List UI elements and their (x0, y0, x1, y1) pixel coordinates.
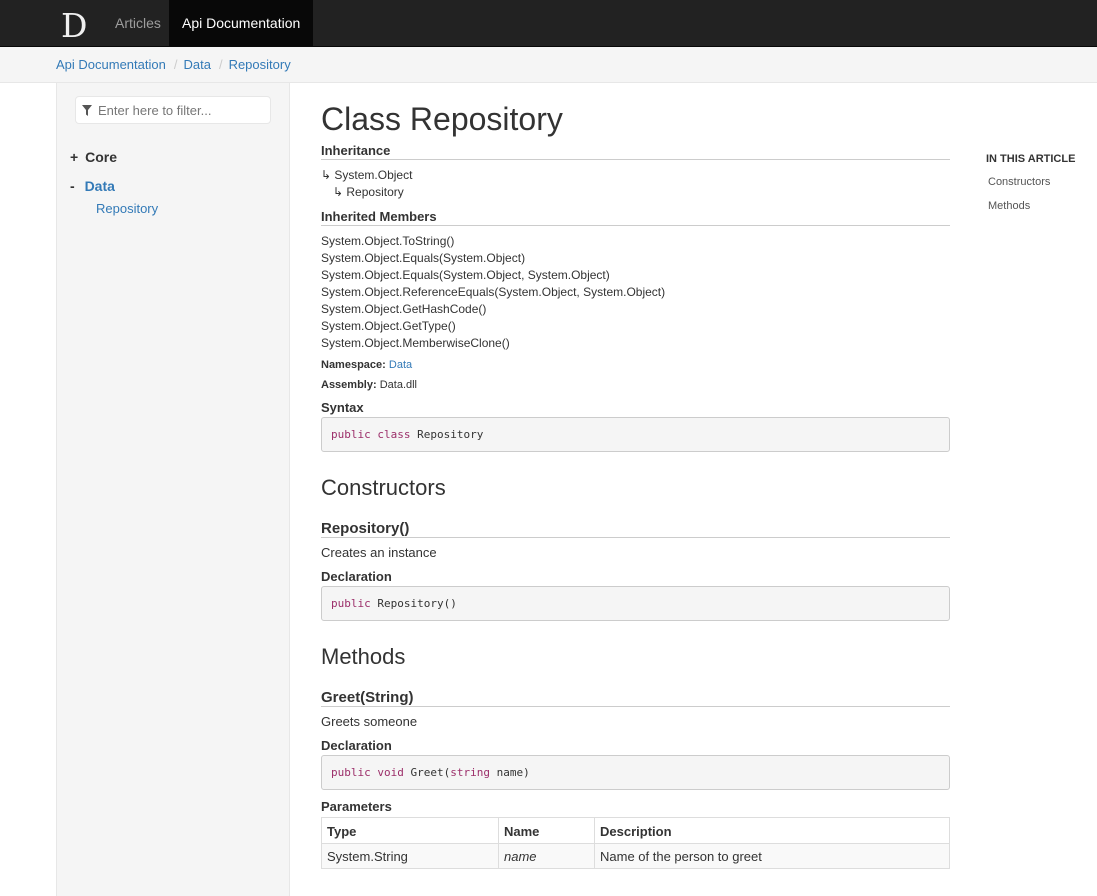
inheritance-arrow-icon: ↳ (321, 168, 335, 182)
toc-item-data[interactable]: - Data (70, 178, 115, 194)
toc-item-label[interactable]: Core (85, 149, 117, 165)
filter-icon (82, 105, 92, 116)
in-this-article: IN THIS ARTICLE Constructors Methods (986, 153, 1086, 212)
toc-item-label[interactable]: Data (85, 178, 115, 194)
table-header-row: Type Name Description (321, 817, 950, 844)
method-summary: Greets someone (321, 714, 418, 729)
breadcrumb-separator: / (173, 57, 178, 72)
parameters-heading: Parameters (321, 799, 392, 814)
inherited-member: System.Object.ReferenceEquals(System.Obj… (321, 285, 666, 299)
method-code-block: public void Greet(string name) (321, 755, 950, 790)
top-navbar: D Articles Api Documentation (0, 0, 1097, 47)
inherited-member: System.Object.Equals(System.Object) (321, 251, 526, 265)
inherited-member: System.Object.MemberwiseClone() (321, 336, 510, 350)
breadcrumb-item-api-documentation[interactable]: Api Documentation (56, 57, 166, 72)
sidebar-toc: + Core - Data Repository (56, 83, 290, 896)
collapse-toggle[interactable]: - (70, 178, 75, 194)
constructors-heading: Constructors (321, 475, 446, 500)
constructor-code-block: public Repository() (321, 586, 950, 621)
syntax-code-block: public class Repository (321, 417, 950, 452)
expand-toggle[interactable]: + (70, 149, 78, 165)
breadcrumb-item-data[interactable]: Data (183, 57, 210, 72)
breadcrumb-separator: / (218, 57, 223, 72)
column-header-description: Description (594, 817, 950, 844)
svg-text:D: D (61, 8, 87, 40)
inheritance-level-1: ↳ Repository (333, 185, 404, 199)
in-this-article-title: IN THIS ARTICLE (986, 153, 1076, 165)
column-header-name: Name (498, 817, 595, 844)
parameters-table: Type Name Description System.String name… (321, 817, 950, 869)
nav-link-articles[interactable]: Articles (101, 0, 175, 47)
page-title: Class Repository (321, 101, 563, 137)
inherited-member: System.Object.GetHashCode() (321, 302, 487, 316)
namespace-line: Namespace: Data (321, 359, 413, 371)
methods-heading: Methods (321, 644, 406, 669)
assembly-line: Assembly: Data.dll (321, 379, 417, 391)
method-declaration-heading: Declaration (321, 738, 392, 753)
affix-link-methods[interactable]: Methods (988, 200, 1030, 212)
toc-item-repository[interactable]: Repository (96, 201, 158, 216)
inherited-member: System.Object.GetType() (321, 319, 456, 333)
nav-link-api-documentation[interactable]: Api Documentation (169, 0, 314, 47)
column-header-type: Type (321, 817, 499, 844)
docfx-logo-icon[interactable]: D (60, 8, 94, 40)
breadcrumb-item-repository[interactable]: Repository (229, 57, 291, 72)
inherited-members-heading: Inherited Members (321, 209, 950, 226)
inheritance-arrow-icon: ↳ (333, 185, 347, 199)
inheritance-heading: Inheritance (321, 143, 950, 160)
constructor-summary: Creates an instance (321, 545, 437, 560)
method-name: Greet(String) (321, 689, 950, 707)
assembly-value: Data.dll (379, 379, 417, 391)
inherited-member: System.Object.Equals(System.Object, Syst… (321, 268, 610, 282)
toc-filter-input[interactable] (98, 97, 268, 123)
parameter-type: System.String (321, 843, 499, 869)
syntax-heading: Syntax (321, 400, 364, 415)
inherited-member: System.Object.ToString() (321, 234, 455, 248)
constructor-declaration-heading: Declaration (321, 569, 392, 584)
breadcrumb: Api Documentation / Data / Repository (56, 57, 291, 72)
toc-filter (75, 96, 271, 124)
inheritance-level-0: ↳ System.Object (321, 168, 413, 182)
constructor-name: Repository() (321, 520, 950, 538)
table-row: System.String name Name of the person to… (321, 843, 950, 869)
affix-link-constructors[interactable]: Constructors (988, 176, 1050, 188)
parameter-name: name (498, 843, 595, 869)
toc-item-core[interactable]: + Core (70, 149, 117, 165)
parameter-description: Name of the person to greet (594, 843, 950, 869)
breadcrumb-bar: Api Documentation / Data / Repository (0, 47, 1097, 83)
namespace-link[interactable]: Data (389, 359, 412, 371)
